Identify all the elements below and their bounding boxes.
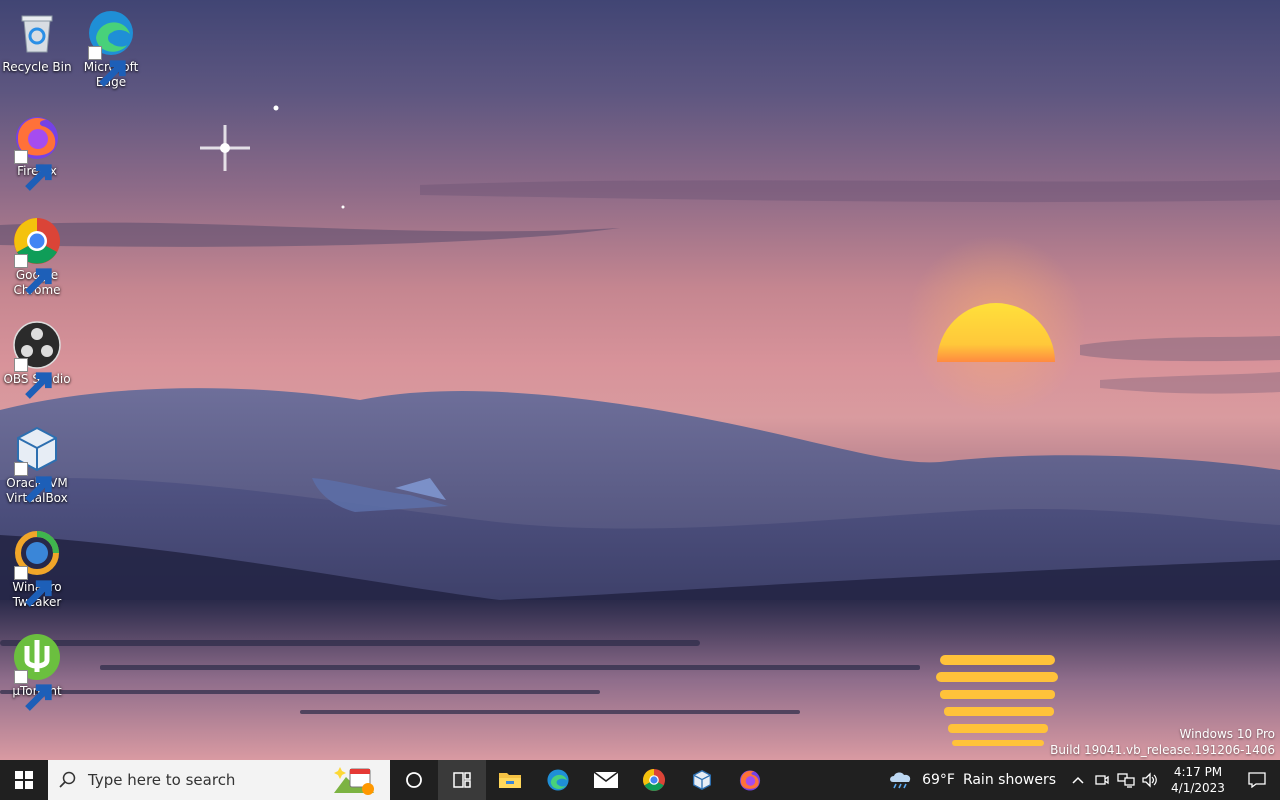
desktop-icon-oracle-vm-virtualbox[interactable]: Oracle VM VirtualBox: [0, 424, 74, 506]
desktop-icon-utorrent[interactable]: µTorrent: [0, 632, 74, 711]
desktop-icon-obs-studio[interactable]: OBS Studio: [0, 320, 74, 399]
shortcut-arrow-icon: [14, 462, 52, 503]
network-icon: [1117, 773, 1135, 788]
clock-time: 4:17 PM: [1173, 765, 1223, 779]
search-placeholder: Type here to search: [88, 771, 236, 789]
chrome-icon: [642, 768, 666, 792]
shortcut-arrow-icon: [14, 358, 52, 399]
taskbar-clock[interactable]: 4:17 PM 4/1/2023: [1162, 764, 1234, 796]
recycle-bin-icon: [12, 8, 62, 58]
shortcut-arrow-icon: [14, 150, 52, 191]
taskbar-firefox[interactable]: [726, 760, 774, 800]
weather-condition: Rain showers: [962, 772, 1056, 788]
network-button[interactable]: [1114, 760, 1138, 800]
shortcut-arrow-icon: [14, 254, 52, 295]
mail-icon: [593, 771, 619, 788]
watermark-build: Build 19041.vb_release.191206-1406: [1050, 743, 1275, 757]
system-tray: 69°F Rain showers 4:17 PM 4/1/2023: [878, 760, 1280, 800]
desktop-icon-label: Recycle Bin: [2, 60, 72, 74]
taskbar-edge[interactable]: [534, 760, 582, 800]
wallpaper: [0, 105, 1280, 760]
taskbar: Type here to search 69°F Rain showers 4:…: [0, 760, 1280, 800]
action-center-button[interactable]: [1234, 760, 1280, 800]
chrome-icon: [12, 216, 62, 295]
cortana-button[interactable]: [390, 760, 438, 800]
windows-logo-icon: [15, 771, 33, 789]
shortcut-arrow-icon: [88, 46, 126, 87]
notification-icon: [1248, 772, 1266, 788]
shortcut-arrow-icon: [14, 670, 52, 711]
obs-icon: [12, 320, 62, 399]
weather-widget[interactable]: 69°F Rain showers: [878, 770, 1066, 790]
virtualbox-icon: [692, 770, 712, 790]
taskbar-chrome[interactable]: [630, 760, 678, 800]
taskbar-file-explorer[interactable]: [486, 760, 534, 800]
desktop-icon-winaero-tweaker[interactable]: Winaero Tweaker: [0, 528, 74, 610]
edge-icon: [86, 8, 136, 87]
clock-date: 4/1/2023: [1171, 781, 1225, 795]
meet-now-icon: [1095, 775, 1109, 785]
shortcut-arrow-icon: [14, 566, 52, 607]
taskbar-mail[interactable]: [582, 760, 630, 800]
task-view-icon: [453, 772, 471, 788]
file-explorer-icon: [499, 773, 521, 788]
taskbar-search-box[interactable]: Type here to search: [48, 760, 390, 800]
desktop-icon-google-chrome[interactable]: Google Chrome: [0, 216, 74, 298]
weather-temp: 69°F: [922, 772, 955, 788]
desktop-icon-recycle-bin[interactable]: Recycle Bin: [0, 8, 74, 75]
volume-icon: [1142, 772, 1157, 788]
desktop[interactable]: Recycle Bin Microsoft Edge Firefox Googl…: [0, 0, 1280, 760]
desktop-icon-firefox[interactable]: Firefox: [0, 112, 74, 191]
task-view-button[interactable]: [438, 760, 486, 800]
desktop-icon-microsoft-edge[interactable]: Microsoft Edge: [74, 8, 148, 90]
taskbar-virtualbox[interactable]: [678, 760, 726, 800]
utorrent-icon: [12, 632, 62, 711]
meet-now-button[interactable]: [1090, 760, 1114, 800]
search-icon: [48, 771, 88, 789]
windows-watermark: Windows 10 Pro Build 19041.vb_release.19…: [1050, 726, 1275, 758]
cortana-icon: [406, 772, 422, 788]
show-hidden-icons-button[interactable]: [1066, 760, 1090, 800]
chevron-up-icon: [1072, 776, 1084, 784]
firefox-icon: [739, 770, 761, 791]
volume-button[interactable]: [1138, 760, 1162, 800]
rain-cloud-icon: [890, 772, 911, 789]
firefox-icon: [12, 112, 62, 191]
winaero-tweaker-icon: [12, 528, 62, 607]
edge-icon: [547, 769, 569, 791]
virtualbox-icon: [12, 424, 62, 503]
watermark-edition: Windows 10 Pro: [1179, 727, 1275, 741]
search-highlight-icon: [334, 767, 374, 795]
start-button[interactable]: [0, 760, 48, 800]
